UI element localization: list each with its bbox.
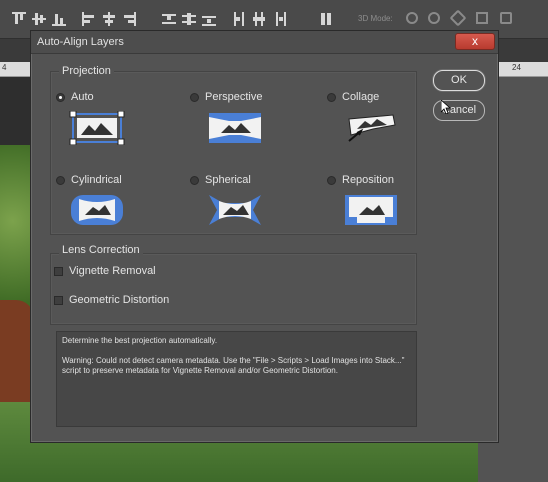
roll-3d-icon[interactable] (428, 12, 440, 24)
distribute-left-icon[interactable] (232, 12, 246, 26)
align-horizontal-centers-icon[interactable] (102, 12, 116, 26)
collage-projection-icon[interactable] (343, 111, 399, 145)
spherical-projection-icon[interactable] (207, 193, 263, 227)
geometric-distortion-checkbox[interactable]: Geometric Distortion (54, 294, 169, 306)
lens-correction-legend: Lens Correction (59, 244, 143, 256)
drag-3d-icon[interactable] (449, 9, 467, 27)
mouse-pointer-icon (441, 100, 451, 114)
align-bottom-edges-icon[interactable] (52, 12, 66, 26)
distribute-bottom-icon[interactable] (202, 12, 216, 26)
lens-correction-group (50, 253, 417, 325)
ruler-number-left: 4 (2, 63, 7, 72)
radio-collage-label: Collage (342, 91, 380, 103)
radio-perspective-dot[interactable] (190, 92, 199, 102)
close-icon: x (472, 34, 478, 48)
distribute-vertical-centers-icon[interactable] (182, 12, 196, 26)
auto-projection-icon[interactable] (69, 111, 125, 145)
radio-auto[interactable]: Auto (56, 91, 94, 103)
radio-perspective-label: Perspective (205, 91, 263, 103)
radio-collage-dot[interactable] (327, 92, 336, 102)
slide-3d-icon[interactable] (476, 12, 488, 24)
radio-cylindrical-dot[interactable] (56, 175, 65, 185)
distribute-horizontal-centers-icon[interactable] (252, 12, 266, 26)
cylindrical-projection-icon[interactable] (69, 193, 125, 227)
reposition-projection-icon[interactable] (343, 193, 399, 227)
vignette-removal-label: Vignette Removal (69, 265, 156, 277)
distribute-top-icon[interactable] (162, 12, 176, 26)
close-button[interactable]: x (455, 33, 495, 50)
radio-spherical[interactable]: Spherical (190, 174, 251, 186)
auto-align-layers-icon[interactable] (320, 12, 334, 26)
radio-collage[interactable]: Collage (327, 91, 379, 103)
distribute-right-icon[interactable] (272, 12, 286, 26)
align-top-edges-icon[interactable] (12, 12, 26, 26)
auto-align-layers-dialog: Auto-Align Layers x Projection Auto Pers… (30, 30, 499, 443)
radio-reposition-label: Reposition (342, 174, 394, 186)
vignette-removal-box[interactable] (54, 266, 63, 276)
radio-cylindrical-label: Cylindrical (71, 174, 122, 186)
radio-perspective[interactable]: Perspective (190, 91, 262, 103)
photo-horse (0, 300, 34, 410)
geometric-distortion-box[interactable] (54, 295, 63, 305)
projection-legend: Projection (59, 65, 114, 77)
description-text: Determine the best projection automatica… (62, 336, 218, 345)
scale-3d-icon[interactable] (500, 12, 512, 24)
dialog-titlebar[interactable]: Auto-Align Layers x (31, 31, 498, 54)
dialog-title: Auto-Align Layers (37, 36, 124, 48)
geometric-distortion-label: Geometric Distortion (69, 294, 170, 306)
align-vertical-centers-icon[interactable] (32, 12, 46, 26)
vignette-removal-checkbox[interactable]: Vignette Removal (54, 265, 156, 277)
radio-spherical-label: Spherical (205, 174, 251, 186)
orbit-3d-icon[interactable] (406, 12, 418, 24)
radio-reposition-dot[interactable] (327, 175, 336, 185)
align-left-edges-icon[interactable] (82, 12, 96, 26)
perspective-projection-icon[interactable] (207, 111, 263, 145)
ruler-number-right: 24 (512, 63, 521, 72)
radio-auto-dot[interactable] (56, 92, 65, 102)
radio-auto-label: Auto (71, 91, 94, 103)
align-right-edges-icon[interactable] (122, 12, 136, 26)
radio-spherical-dot[interactable] (190, 175, 199, 185)
radio-cylindrical[interactable]: Cylindrical (56, 174, 122, 186)
description-box: Determine the best projection automatica… (56, 331, 417, 427)
warning-text: Warning: Could not detect camera metadat… (62, 356, 405, 375)
3d-mode-label: 3D Mode: (358, 14, 393, 23)
ok-button[interactable]: OK (433, 70, 485, 91)
radio-reposition[interactable]: Reposition (327, 174, 394, 186)
